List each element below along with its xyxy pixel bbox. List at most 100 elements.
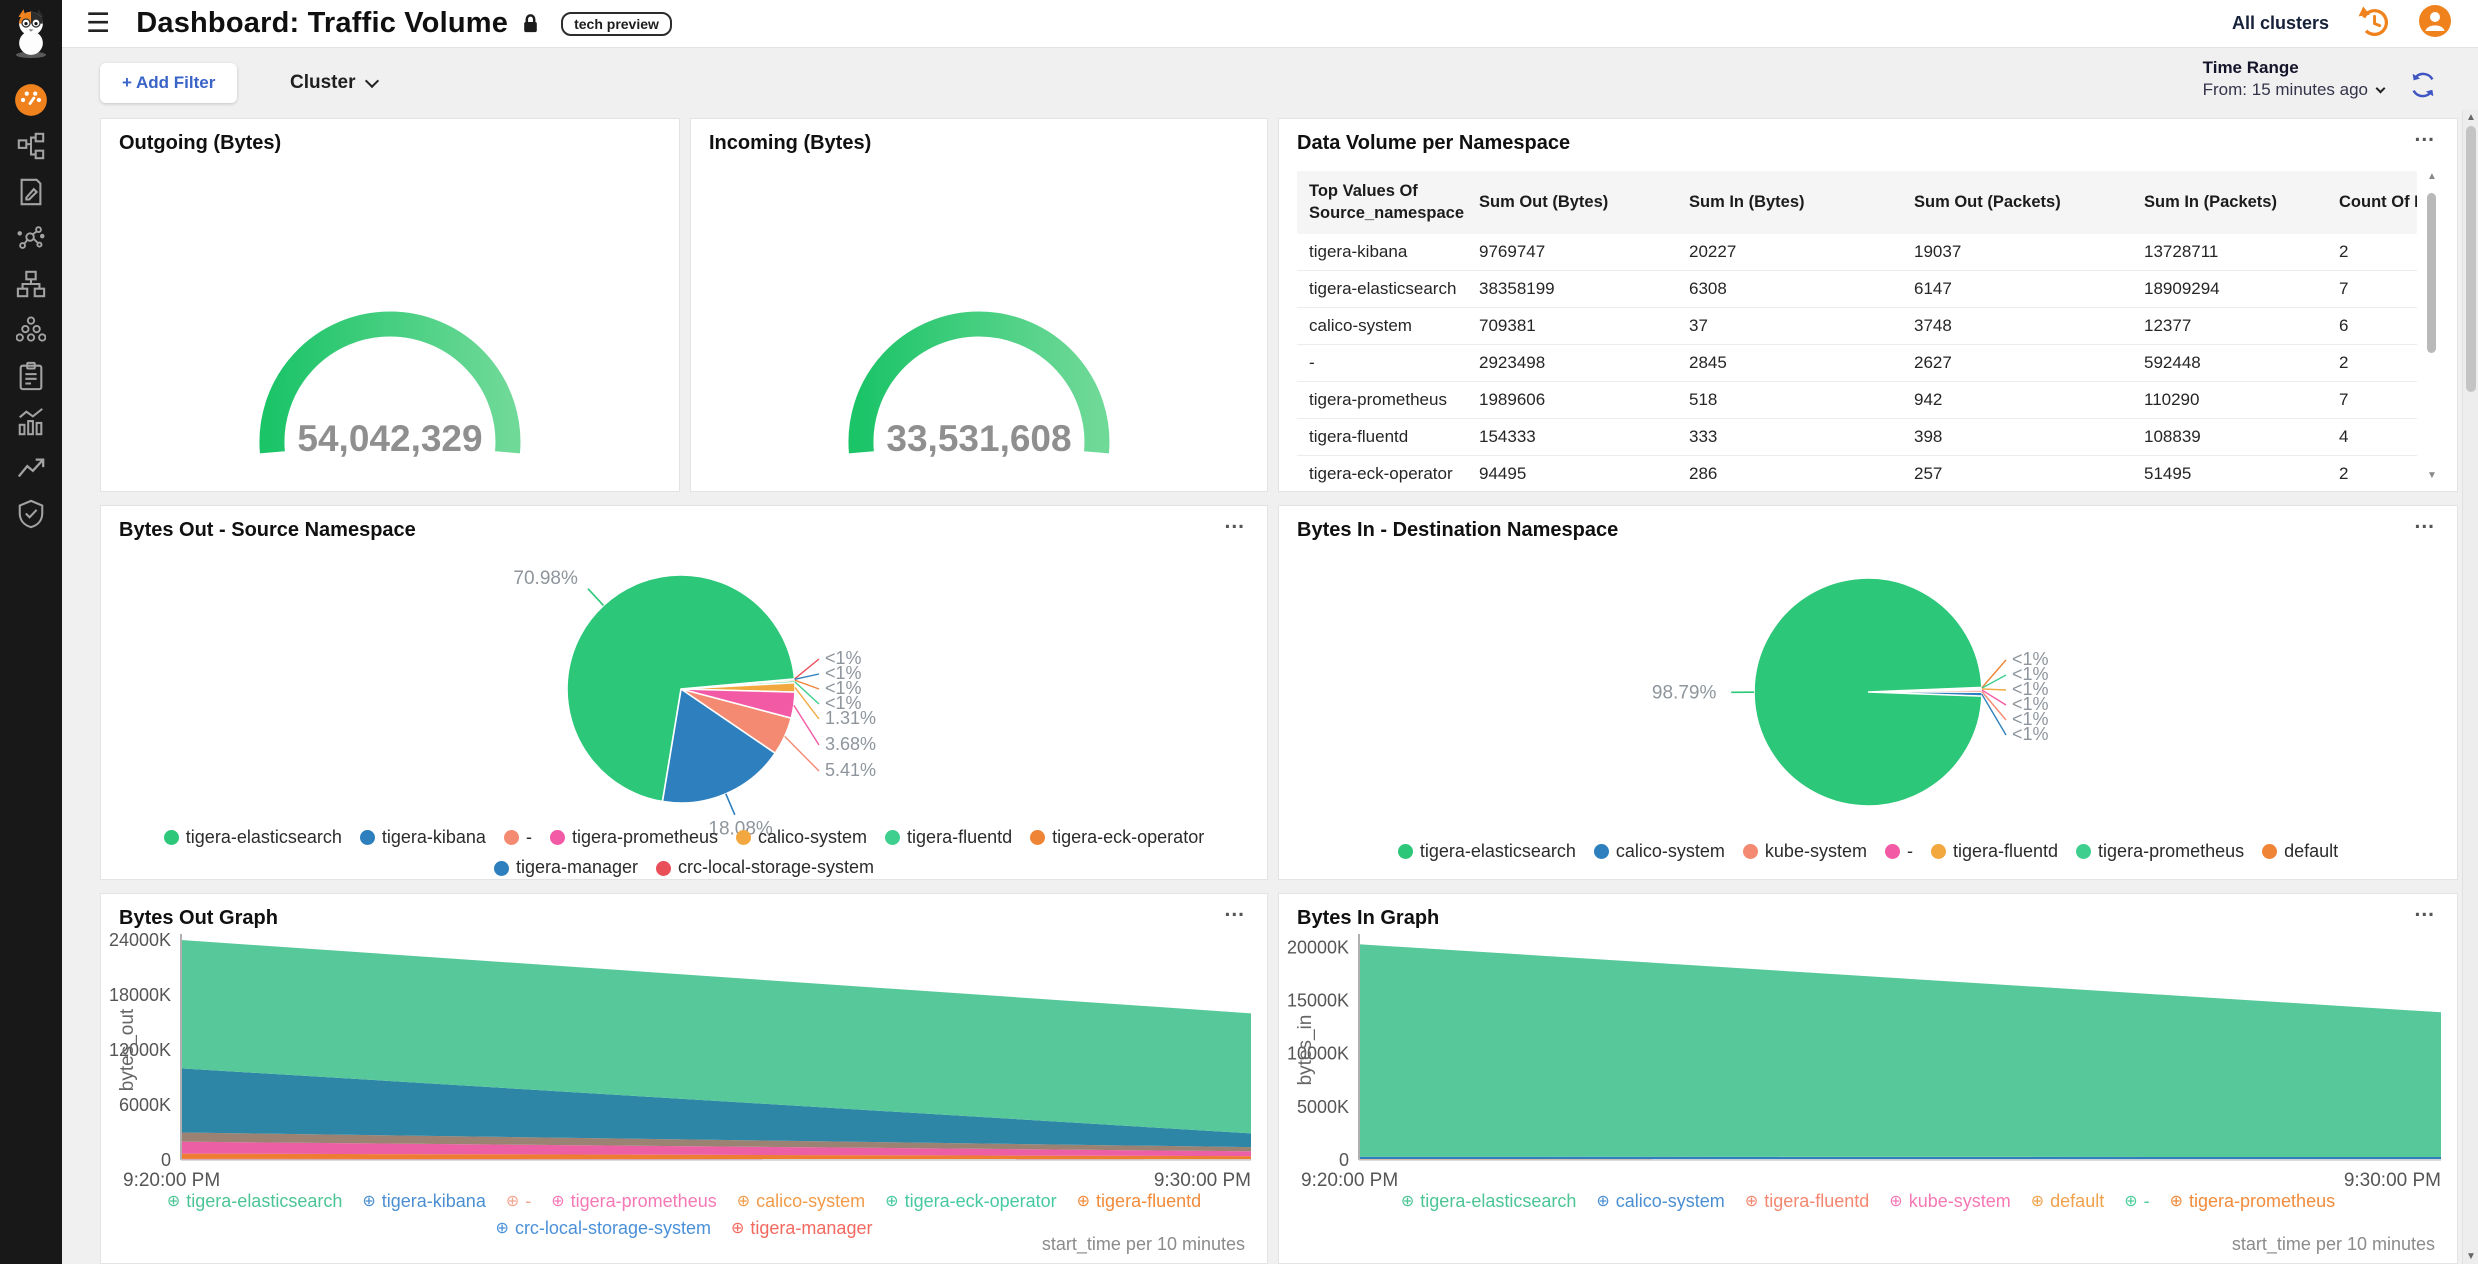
legend-item[interactable]: ⊕crc-local-storage-system: [496, 1215, 711, 1242]
legend-item[interactable]: ⊕-: [506, 1188, 531, 1215]
legend-item[interactable]: -: [1885, 838, 1913, 866]
sidebar-item-policies[interactable]: [8, 353, 54, 399]
x-axis-caption: start_time per 10 minutes: [1042, 1234, 1245, 1255]
legend-item[interactable]: tigera-fluentd: [885, 824, 1012, 852]
legend-item[interactable]: ⊕tigera-elasticsearch: [167, 1188, 342, 1215]
legend-item[interactable]: tigera-prometheus: [550, 824, 718, 852]
sidebar-item-threat-defense[interactable]: [8, 491, 54, 537]
area-series[interactable]: [1359, 944, 2441, 1157]
table-cell: 6147: [1914, 279, 2144, 299]
panel-options-button[interactable]: ...: [2414, 510, 2435, 534]
panel-options-button[interactable]: ...: [1224, 510, 1245, 534]
legend-item[interactable]: ⊕kube-system: [1889, 1188, 2010, 1215]
legend-item[interactable]: ⊕tigera-prometheus: [2170, 1188, 2335, 1215]
legend-item[interactable]: default: [2262, 838, 2338, 866]
gauge-value: 33,531,608: [886, 418, 1071, 459]
legend-item[interactable]: crc-local-storage-system: [656, 854, 874, 882]
bytes-out-area-chart[interactable]: 24000K18000K12000K6000K09:20:00 PM9:30:0…: [109, 928, 1261, 1194]
panel-title: Bytes Out - Source Namespace: [119, 519, 416, 542]
outgoing-gauge[interactable]: 54,042,329: [101, 119, 679, 491]
scroll-down-icon[interactable]: ▼: [2427, 470, 2437, 481]
add-filter-button[interactable]: + Add Filter: [100, 63, 237, 103]
bytes-out-pie-chart[interactable]: 18.08%70.98%<1%<1%<1%<1%1.31%3.68%5.41%: [101, 538, 1267, 850]
sidebar-item-dashboard[interactable]: [8, 77, 54, 123]
legend-item[interactable]: ⊕calico-system: [1596, 1188, 1724, 1215]
history-icon[interactable]: [2357, 5, 2390, 43]
all-clusters-selector[interactable]: All clusters: [2232, 13, 2329, 34]
user-avatar[interactable]: [2418, 4, 2452, 43]
cluster-dropdown[interactable]: Cluster: [290, 72, 377, 94]
legend-item[interactable]: tigera-elasticsearch: [164, 824, 342, 852]
calico-cat-logo-icon[interactable]: [9, 8, 53, 63]
legend-label: tigera-elasticsearch: [186, 1188, 342, 1215]
legend-item[interactable]: ⊕default: [2031, 1188, 2104, 1215]
legend-item[interactable]: ⊕tigera-manager: [731, 1215, 872, 1242]
legend-dot-icon: [494, 861, 509, 876]
table-cell: 6: [2339, 316, 2417, 336]
sidebar-item-logs[interactable]: [8, 169, 54, 215]
table-cell: 37: [1689, 316, 1914, 336]
legend-item[interactable]: ⊕tigera-prometheus: [551, 1188, 716, 1215]
bytes-in-area-chart[interactable]: 20000K15000K10000K5000K09:20:00 PM9:30:0…: [1287, 928, 2451, 1194]
incoming-gauge[interactable]: 33,531,608: [691, 119, 1267, 491]
sidebar-item-network-sets[interactable]: [8, 307, 54, 353]
bytes-in-pie-chart[interactable]: 98.79%<1%<1%<1%<1%<1%<1%: [1279, 538, 2457, 850]
legend-item[interactable]: ⊕tigera-fluentd: [1077, 1188, 1201, 1215]
time-range-selector[interactable]: Time Range From: 15 minutes ago: [2203, 58, 2384, 100]
y-axis-label: bytes_in: [1295, 1015, 1316, 1086]
legend-label: kube-system: [1909, 1188, 2011, 1215]
legend-item[interactable]: tigera-manager: [494, 854, 638, 882]
scroll-down-icon[interactable]: ▼: [2466, 1251, 2476, 1262]
legend-dot-icon: [2262, 844, 2277, 859]
panel-options-button[interactable]: ...: [1224, 898, 1245, 922]
table-cell: 257: [1914, 464, 2144, 484]
sidebar-item-trends[interactable]: [8, 445, 54, 491]
table-cell: calico-system: [1309, 316, 1479, 336]
legend-label: -: [2144, 1188, 2150, 1215]
panel-options-button[interactable]: ...: [2414, 123, 2435, 147]
bar-chart-icon: [16, 407, 46, 437]
table-cell: 2: [2339, 353, 2417, 373]
scrollbar-thumb[interactable]: [2427, 193, 2436, 353]
panel-options-button[interactable]: ...: [2414, 898, 2435, 922]
legend-item[interactable]: ⊕tigera-fluentd: [1745, 1188, 1869, 1215]
hamburger-menu-icon[interactable]: ☰: [86, 10, 110, 37]
sidebar-item-service-graph[interactable]: [8, 123, 54, 169]
sidebar-item-endpoints[interactable]: [8, 261, 54, 307]
pie-percent-label: 1.31%: [825, 708, 876, 728]
legend-item[interactable]: calico-system: [1594, 838, 1725, 866]
legend-item[interactable]: ⊕-: [2124, 1188, 2149, 1215]
legend-item[interactable]: tigera-elasticsearch: [1398, 838, 1576, 866]
page-scrollbar[interactable]: ▲ ▼: [2462, 110, 2478, 1264]
sidebar-item-flow-visualizer[interactable]: [8, 215, 54, 261]
legend-item[interactable]: ⊕tigera-kibana: [362, 1188, 485, 1215]
legend-item[interactable]: tigera-fluentd: [1931, 838, 2058, 866]
table-cell: tigera-kibana: [1309, 242, 1479, 262]
legend-dot-icon: [1594, 844, 1609, 859]
legend-toggle-icon: ⊕: [167, 1190, 180, 1214]
column-header: Count Of Records: [2339, 191, 2417, 213]
legend-item[interactable]: tigera-eck-operator: [1030, 824, 1204, 852]
refresh-icon[interactable]: [2408, 70, 2438, 105]
legend-item[interactable]: tigera-kibana: [360, 824, 486, 852]
area-series[interactable]: [1359, 1157, 2441, 1159]
table-cell: 2: [2339, 242, 2417, 262]
table-row: tigera-kibana97697472022719037137287112: [1297, 234, 2417, 271]
scrollbar-thumb[interactable]: [2466, 126, 2476, 392]
legend-item[interactable]: ⊕calico-system: [737, 1188, 865, 1215]
sidebar-item-reports[interactable]: [8, 399, 54, 445]
legend-item[interactable]: -: [504, 824, 532, 852]
legend-label: tigera-prometheus: [2098, 838, 2244, 866]
legend-item[interactable]: ⊕tigera-eck-operator: [885, 1188, 1056, 1215]
legend-dot-icon: [1931, 844, 1946, 859]
scroll-up-icon[interactable]: ▲: [2466, 112, 2476, 123]
scroll-up-icon[interactable]: ▲: [2427, 171, 2437, 182]
legend-item[interactable]: ⊕tigera-elasticsearch: [1401, 1188, 1576, 1215]
y-tick-label: 0: [161, 1150, 171, 1170]
table-scrollbar[interactable]: ▲ ▼: [2425, 171, 2439, 481]
legend-item[interactable]: kube-system: [1743, 838, 1867, 866]
legend-dot-icon: [1885, 844, 1900, 859]
legend-item[interactable]: tigera-prometheus: [2076, 838, 2244, 866]
sitemap-icon: [16, 269, 46, 299]
legend-item[interactable]: calico-system: [736, 824, 867, 852]
